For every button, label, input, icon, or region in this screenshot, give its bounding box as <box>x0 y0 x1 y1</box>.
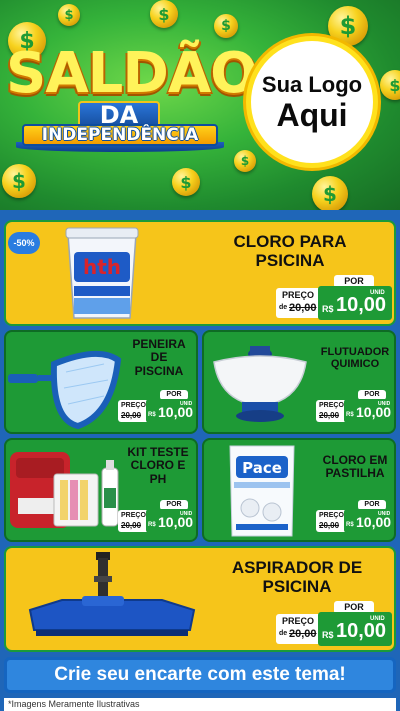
logo-text-line2: Aqui <box>276 97 348 133</box>
create-flyer-label: Crie seu encarte com este tema! <box>54 664 346 685</box>
product-name-cloro-pastilha: CLORO EM PASTILHA <box>322 453 388 481</box>
title-independencia: INDEPENDÊNCIA <box>41 125 199 145</box>
new-price-box: R$ 10,00 UNID <box>318 286 392 320</box>
brand-hth-label: hth <box>83 255 121 279</box>
header-banner: $ $ $ $ $ $ $ $ $ $ SALDÃO DA INDEPENDÊN… <box>0 0 400 210</box>
chlorine-bucket-image: hth <box>65 227 139 319</box>
old-price-box: PREÇO de 20,00 <box>276 288 324 318</box>
title-saldao: SALDÃO <box>6 41 258 106</box>
new-price: 10,00 <box>336 294 387 316</box>
new-price-box: R$ 10,00 UNID <box>344 399 392 423</box>
logo-placeholder[interactable]: Sua Logo Aqui <box>246 36 378 168</box>
product-name-cloro-psicina: CLORO PARA PSICINA <box>233 232 347 271</box>
new-price-box: R$ 10,00 UNID <box>146 509 194 533</box>
pool-skimmer-net-image <box>8 350 122 430</box>
new-price-box: R$ 10,00 UNID <box>344 509 392 533</box>
old-price: 20,00 <box>121 411 142 420</box>
create-flyer-button[interactable]: Crie seu encarte com este tema! <box>4 657 396 693</box>
dollar-coin-icon: $ <box>214 14 238 38</box>
old-price-box: PREÇO de 20,00 <box>276 614 324 644</box>
dollar-coin-icon: $ <box>234 150 256 172</box>
dollar-coin-icon: $ <box>380 70 400 100</box>
product-name-flutuador: FLUTUADOR QUIMICO <box>320 346 390 371</box>
product-name-peneira: PENEIRA DE PISCINA <box>132 337 186 378</box>
dollar-coin-icon: $ <box>150 0 178 28</box>
chemical-floater-image <box>213 346 307 422</box>
new-price-box: R$ 10,00 UNID <box>318 612 392 646</box>
logo-text-line1: Sua Logo <box>261 72 363 97</box>
test-kit-image <box>10 452 119 528</box>
old-price: 20,00 <box>319 521 340 530</box>
dollar-coin-icon: $ <box>2 164 36 198</box>
product-name-kit-teste: KIT TESTE CLORO E PH <box>127 445 189 486</box>
dollar-coin-icon: $ <box>172 168 200 196</box>
discount-badge: -50% <box>8 232 40 254</box>
title-independencia-badge: INDEPENDÊNCIA <box>22 124 218 146</box>
new-price-box: R$ 10,00 UNID <box>146 399 194 423</box>
dollar-coin-icon: $ <box>58 4 80 26</box>
pool-vacuum-head-image <box>28 552 196 636</box>
dollar-coin-icon: $ <box>312 176 348 210</box>
disclaimer-footnote: *Imagens Meramente Ilustrativas <box>4 698 396 711</box>
product-name-aspirador: ASPIRADOR DE PSICINA <box>231 558 363 597</box>
old-price: 20,00 <box>289 628 317 640</box>
old-price: 20,00 <box>319 411 340 420</box>
old-price: 20,00 <box>121 521 142 530</box>
new-price: 10,00 <box>336 620 387 642</box>
old-price: 20,00 <box>289 302 317 314</box>
chlorine-tablet-pack-image: Pace <box>229 445 295 537</box>
brand-pace-label: Pace <box>242 459 282 477</box>
